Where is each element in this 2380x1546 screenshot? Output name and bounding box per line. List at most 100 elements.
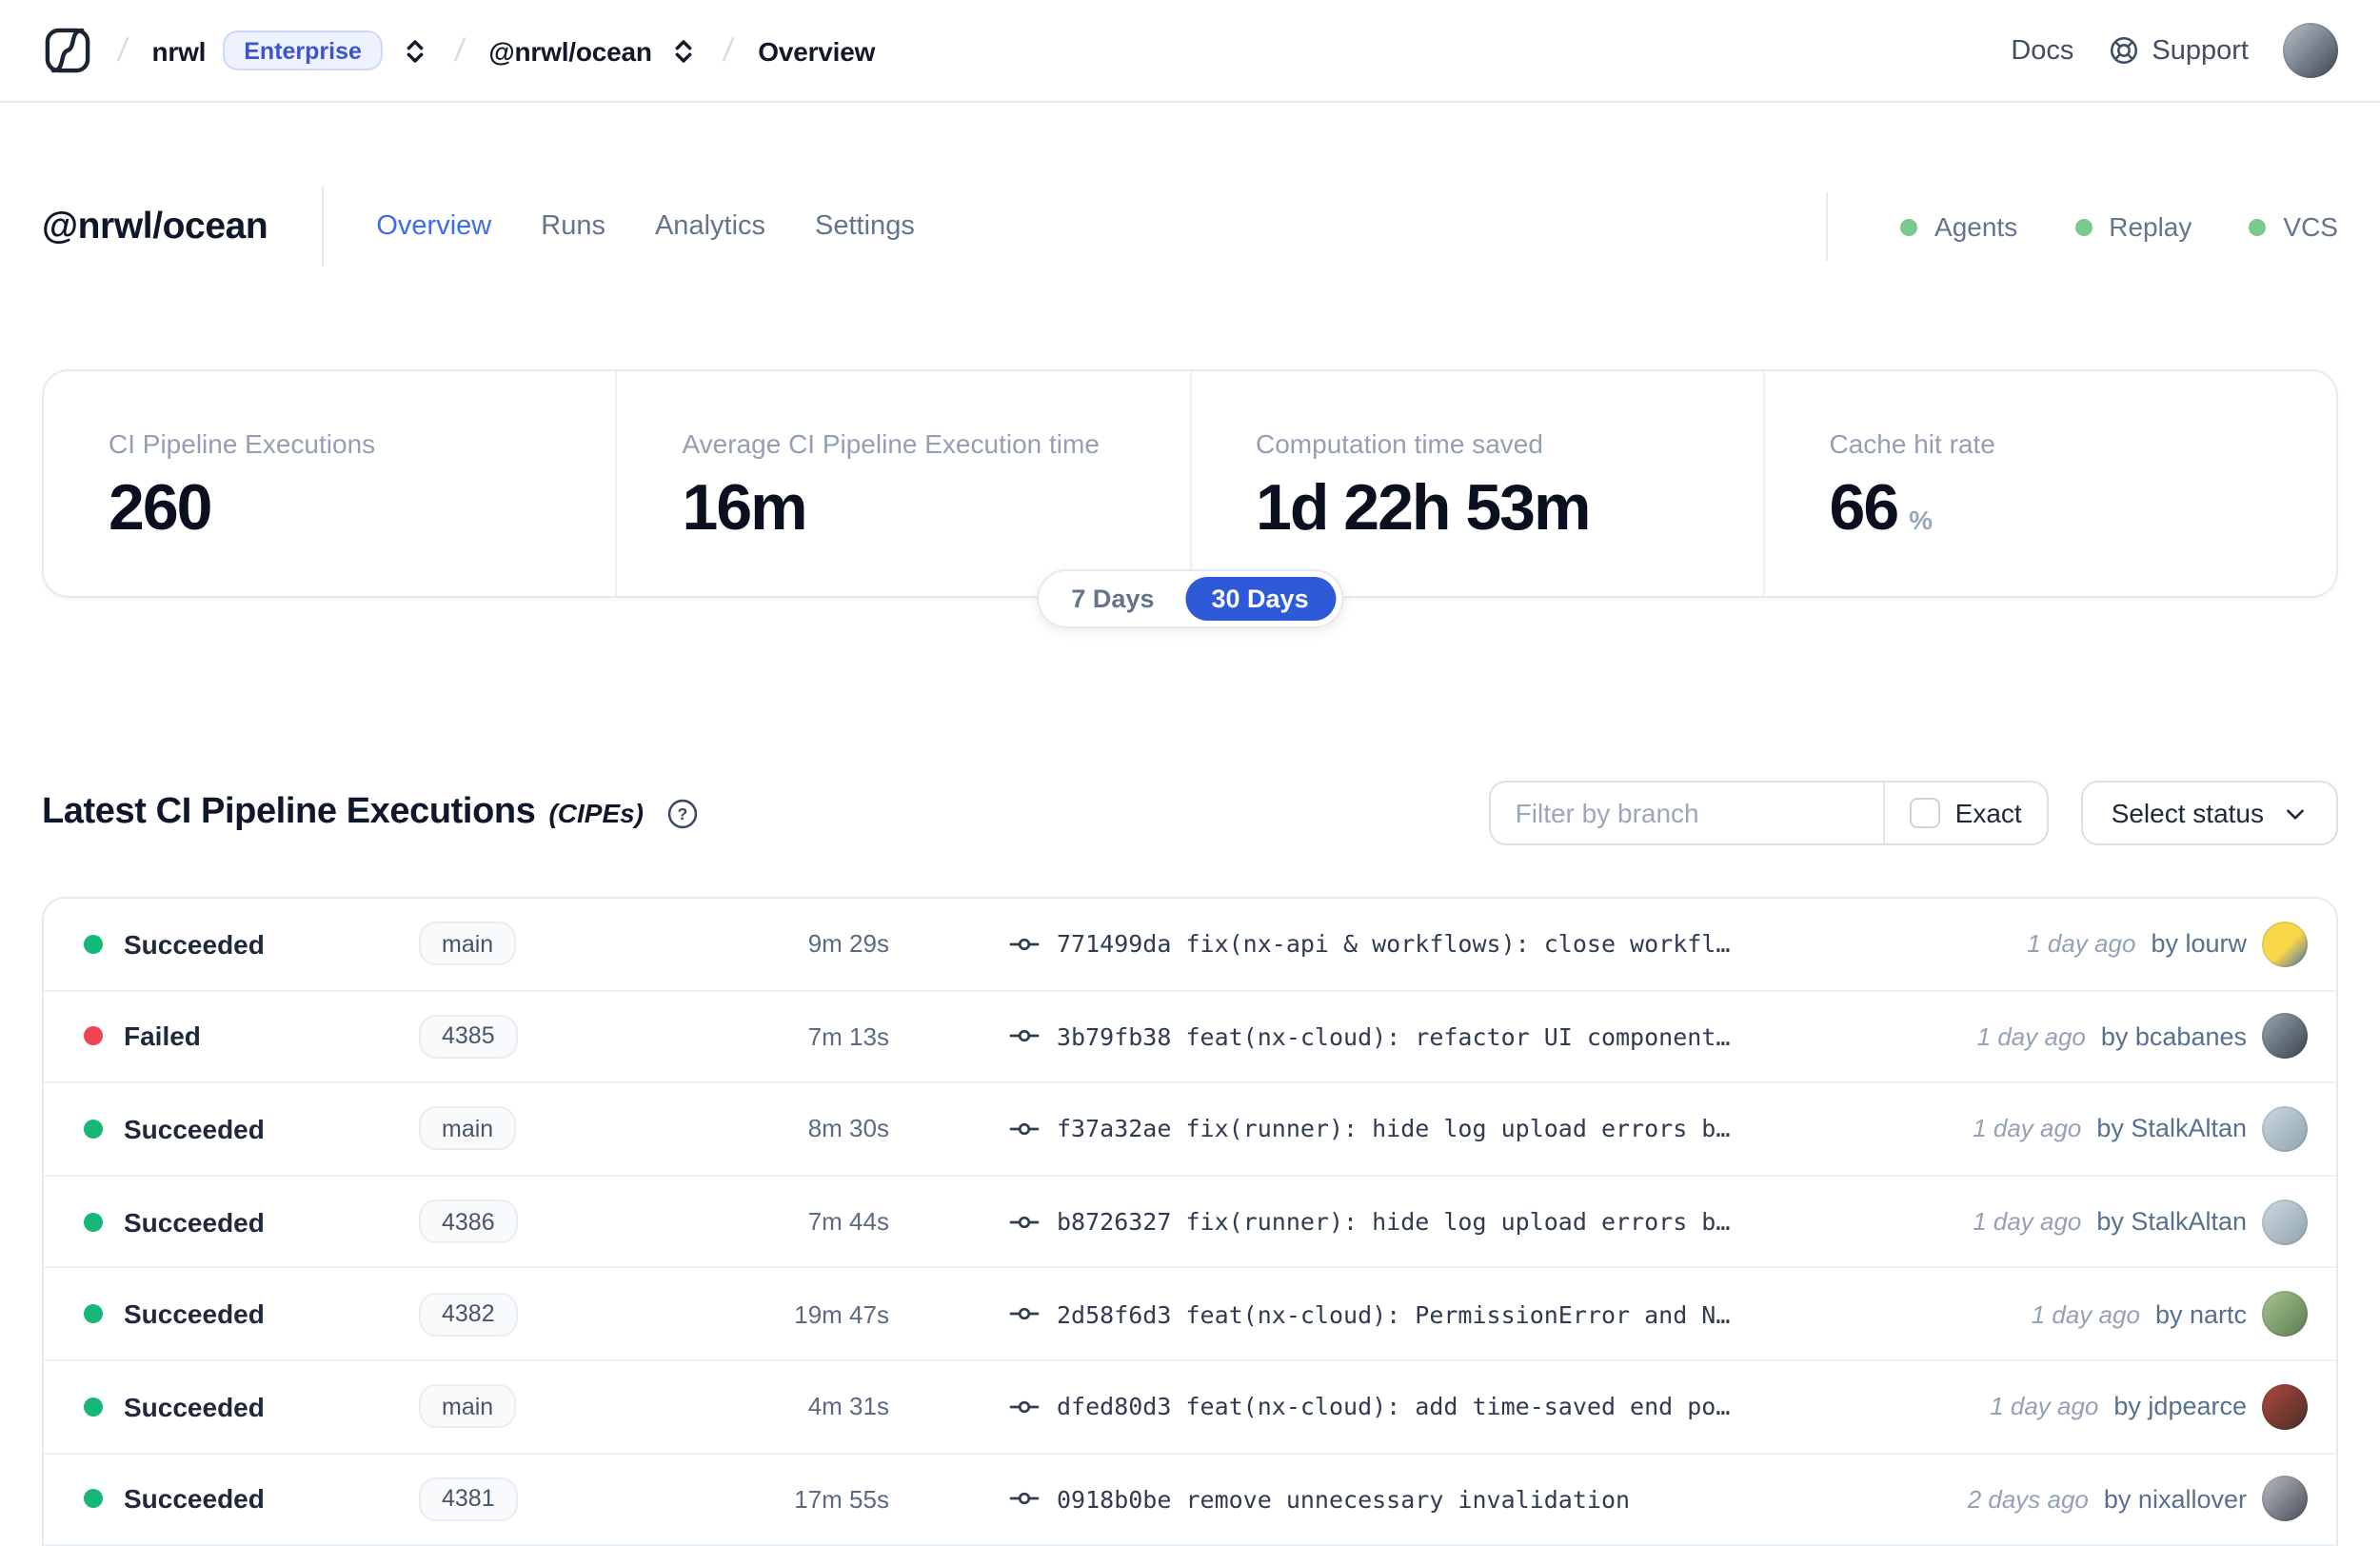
commit-message[interactable]: b8726327 fix(runner): hide log upload er… [1057,1207,1730,1236]
table-row[interactable]: Succeeded 4382 19m 47s 2d58f6d3 feat(nx-… [44,1268,2336,1361]
commit-cell: b8726327 fix(runner): hide log upload er… [889,1206,1973,1237]
branch-cell: main [419,1106,628,1151]
breadcrumb-separator: / [722,31,737,68]
status-dot-icon [84,1212,103,1232]
table-row[interactable]: Succeeded 4386 7m 44s b8726327 fix(runne… [44,1176,2336,1269]
status-label: Succeeded [124,1391,265,1422]
docs-link[interactable]: Docs [2011,35,2073,66]
table-row[interactable]: Failed 4385 7m 13s 3b79fb38 feat(nx-clou… [44,991,2336,1084]
branch-badge[interactable]: main [419,922,517,966]
author[interactable]: by StalkAltan [2096,1115,2247,1143]
meta-cell: 1 day ago by StalkAltan [1973,1105,2336,1152]
stat-value: 260 [109,472,212,545]
table-row[interactable]: Succeeded main 4m 31s dfed80d3 feat(nx-c… [44,1360,2336,1455]
status-dot-icon [84,1304,103,1324]
git-commit-icon [1009,929,1040,960]
branch-badge[interactable]: 4386 [419,1199,518,1244]
breadcrumb-separator: / [115,31,130,68]
status-dot-icon [84,1026,103,1046]
page: / nrwl Enterprise / @nrwl/ocean / Overvi… [0,0,2380,1546]
author[interactable]: by jdpearce [2113,1393,2247,1421]
tab[interactable]: Settings [815,211,915,242]
branch-badge[interactable]: main [419,1384,517,1429]
tab[interactable]: Overview [376,211,491,242]
page-title: @nrwl/ocean [42,205,268,247]
branch-cell: main [419,922,628,966]
nx-logo-icon[interactable] [42,25,93,76]
status-label: Succeeded [124,1298,265,1330]
stat-cell: CI Pipeline Executions 260 [44,371,616,596]
range-option[interactable]: 7 Days [1044,577,1180,621]
time-ago: 2 days ago [1967,1484,2089,1514]
breadcrumb-workspace[interactable]: @nrwl/ocean [488,35,652,66]
stat-suffix: % [1909,505,1934,535]
author[interactable]: by bcabanes [2101,1022,2247,1051]
green-dot-icon [2249,218,2267,235]
range-option[interactable]: 30 Days [1184,577,1336,621]
table-row[interactable]: Succeeded main 9m 29s 771499da fix(nx-ap… [44,899,2336,992]
stat-label: Computation time saved [1256,428,1543,459]
stat-cell: Cache hit rate 66 % [1762,371,2337,596]
exact-toggle[interactable]: Exact [1882,783,2047,843]
branch-badge[interactable]: 4381 [419,1477,518,1521]
branch-filter-input[interactable] [1490,783,1883,843]
meta-cell: 1 day ago by jdpearce [1990,1383,2336,1430]
status-label: Succeeded [124,1113,265,1144]
author-avatar[interactable] [2262,1013,2308,1060]
enterprise-badge[interactable]: Enterprise [223,30,383,70]
workspace-switcher-chevrons-icon[interactable] [669,35,700,66]
branch-badge[interactable]: 4382 [419,1292,518,1337]
exact-checkbox[interactable] [1909,798,1940,828]
author-avatar[interactable] [2262,1105,2308,1152]
git-commit-icon [1009,1206,1040,1237]
status-cell: Succeeded [44,1392,419,1422]
commit-message[interactable]: 3b79fb38 feat(nx-cloud): refactor UI com… [1057,1022,1730,1051]
branch-badge[interactable]: 4385 [419,1014,518,1059]
stat-label: CI Pipeline Executions [109,428,376,459]
cipe-section-header: Latest CI Pipeline Executions (CIPEs) ? … [42,781,2338,845]
author[interactable]: by nixallover [2104,1485,2247,1514]
green-dot-icon [2074,218,2092,235]
time-ago: 1 day ago [1976,1021,2086,1051]
table-row[interactable]: Succeeded 4381 17m 55s 0918b0be remove u… [44,1454,2336,1546]
date-range-toggle: 7 Days 30 Days [1037,569,1343,628]
commit-message[interactable]: 771499da fix(nx-api & workflows): close … [1057,930,1730,959]
support-link[interactable]: Support [2108,34,2249,67]
nav-right: Docs Support [2011,23,2338,78]
status-label: Succeeded [124,928,265,960]
status-indicator[interactable]: Replay [2074,211,2192,242]
table-row[interactable]: Succeeded main 8m 30s f37a32ae fix(runne… [44,1083,2336,1177]
help-icon[interactable]: ? [666,797,699,829]
commit-cell: f37a32ae fix(runner): hide log upload er… [889,1114,1973,1144]
status-label: Succeeded [124,1483,265,1515]
commit-message[interactable]: 0918b0be remove unnecessary invalidation [1057,1485,1630,1514]
author[interactable]: by StalkAltan [2096,1207,2247,1236]
status-indicator[interactable]: Agents [1900,211,2017,242]
user-avatar[interactable] [2283,23,2338,78]
breadcrumb-org[interactable]: nrwl [151,35,206,66]
meta-cell: 1 day ago by StalkAltan [1973,1199,2336,1245]
author-avatar[interactable] [2262,921,2308,967]
org-switcher-chevrons-icon[interactable] [400,35,430,66]
tab[interactable]: Runs [541,211,605,242]
author-avatar[interactable] [2262,1291,2308,1338]
divider [1826,192,1829,261]
section-title: Latest CI Pipeline Executions [42,792,536,832]
commit-message[interactable]: f37a32ae fix(runner): hide log upload er… [1057,1115,1730,1143]
author-avatar[interactable] [2262,1476,2308,1522]
branch-cell: 4386 [419,1199,628,1244]
status-select[interactable]: Select status [2080,781,2338,845]
author-avatar[interactable] [2262,1199,2308,1245]
author[interactable]: by lourw [2151,930,2247,959]
commit-message[interactable]: 2d58f6d3 feat(nx-cloud): PermissionError… [1057,1299,1730,1328]
meta-cell: 1 day ago by lourw [2027,921,2336,967]
green-dot-icon [1900,218,1918,235]
status-indicator[interactable]: VCS [2249,211,2338,242]
tab[interactable]: Analytics [655,211,765,242]
breadcrumb-separator: / [452,31,467,68]
author-avatar[interactable] [2262,1383,2308,1430]
time-ago: 1 day ago [1973,1207,2082,1237]
author[interactable]: by nartc [2155,1299,2247,1328]
commit-message[interactable]: dfed80d3 feat(nx-cloud): add time-saved … [1057,1393,1730,1421]
branch-badge[interactable]: main [419,1106,517,1151]
